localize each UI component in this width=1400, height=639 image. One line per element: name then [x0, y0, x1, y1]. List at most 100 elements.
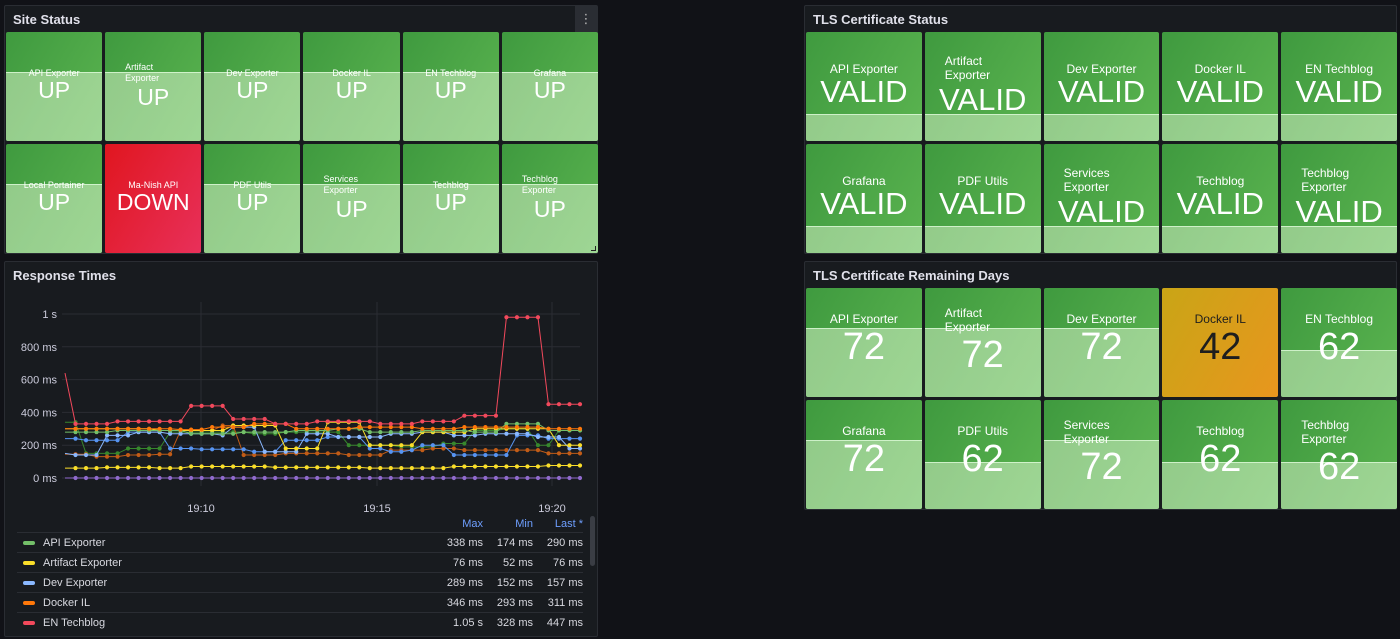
- tls-status-tile[interactable]: Techblog VALID: [1162, 144, 1279, 253]
- data-point: [125, 446, 131, 451]
- tls-status-tile[interactable]: Services Exporter VALID: [1043, 144, 1160, 253]
- data-point: [504, 431, 509, 436]
- tile-value: VALID: [820, 74, 908, 109]
- data-point: [283, 475, 288, 481]
- site-status-tile[interactable]: API Exporter UP: [6, 32, 103, 141]
- site-status-tile[interactable]: Artifact Exporter UP: [105, 32, 202, 141]
- data-point: [483, 429, 488, 435]
- tls-days-tile[interactable]: PDF Utils 62: [924, 400, 1041, 509]
- data-point: [168, 475, 173, 481]
- data-point: [157, 446, 162, 451]
- data-point: [178, 419, 183, 424]
- legend-item[interactable]: Artifact Exporter 76 ms 52 ms 76 ms: [17, 552, 583, 572]
- data-point: [73, 452, 78, 458]
- tls-days-tile[interactable]: Artifact Exporter 72: [924, 288, 1041, 397]
- series-max: 289 ms: [446, 576, 483, 589]
- site-status-tile[interactable]: Ma-Nish API DOWN: [105, 144, 202, 253]
- legend-item[interactable]: EN Techblog 1.05 s 328 ms 447 ms: [17, 612, 583, 632]
- tls-status-tile[interactable]: EN Techblog VALID: [1281, 32, 1397, 141]
- legend-header-max[interactable]: Max: [433, 518, 483, 532]
- data-point: [567, 426, 572, 431]
- data-point: [577, 402, 583, 407]
- tls-status-tile[interactable]: PDF Utils VALID: [924, 144, 1041, 253]
- data-point: [294, 421, 299, 426]
- tls-status-panel: TLS Certificate Status API Exporter VALID…: [804, 5, 1397, 254]
- data-point: [441, 426, 446, 431]
- series-last: 447 ms: [546, 616, 583, 629]
- data-point: [346, 426, 351, 431]
- tls-days-tile[interactable]: API Exporter 72: [806, 288, 922, 397]
- data-point: [115, 465, 120, 470]
- site-status-tile[interactable]: Techblog Exporter UP: [501, 144, 598, 253]
- data-point: [378, 452, 383, 458]
- series-name: Artifact Exporter: [43, 556, 122, 569]
- data-point: [462, 452, 467, 458]
- site-status-tile[interactable]: Services Exporter UP: [303, 144, 400, 253]
- series-line: [64, 316, 580, 425]
- tls-days-tile[interactable]: EN Techblog 62: [1281, 288, 1397, 397]
- resize-handle-icon[interactable]: [590, 246, 596, 251]
- data-point: [399, 449, 404, 454]
- tile-value: VALID: [1057, 74, 1146, 109]
- site-status-tile[interactable]: PDF Utils UP: [204, 144, 301, 253]
- tls-status-tile[interactable]: API Exporter VALID: [806, 32, 922, 141]
- data-point: [462, 441, 467, 446]
- site-status-tile[interactable]: Grafana UP: [501, 32, 598, 141]
- tls-status-tile[interactable]: Techblog Exporter VALID: [1281, 144, 1397, 253]
- tls-days-tile[interactable]: Techblog Exporter 62: [1281, 400, 1397, 509]
- site-status-tile[interactable]: Local Portainer UP: [6, 144, 103, 253]
- tls-days-tile[interactable]: Grafana 72: [806, 400, 922, 509]
- data-point: [94, 452, 99, 458]
- site-status-tile[interactable]: EN Techblog UP: [402, 32, 499, 141]
- site-status-tile[interactable]: Docker IL UP: [303, 32, 400, 141]
- tls-days-tile[interactable]: Dev Exporter 72: [1043, 288, 1160, 397]
- data-point: [367, 429, 372, 435]
- panel-menu-button[interactable]: ⋮: [575, 6, 597, 32]
- data-point: [546, 463, 551, 468]
- tile-value: 72: [1080, 446, 1123, 488]
- tls-status-tile[interactable]: Artifact Exporter VALID: [924, 32, 1041, 141]
- tile-value: VALID: [1057, 194, 1146, 229]
- response-times-chart[interactable]: 0 ms 200 ms 400 ms 600 ms 800 ms 1 s 19:10 19:1…: [5, 262, 599, 518]
- tls-status-tile[interactable]: Dev Exporter VALID: [1043, 32, 1160, 141]
- tls-days-tile[interactable]: Services Exporter 72: [1043, 400, 1160, 509]
- data-point: [157, 475, 162, 481]
- tls-status-tile[interactable]: Grafana VALID: [806, 144, 922, 253]
- tls-status-tile[interactable]: Docker IL VALID: [1162, 32, 1279, 141]
- data-point: [136, 452, 141, 458]
- data-point: [472, 464, 477, 469]
- site-status-tile[interactable]: Dev Exporter UP: [204, 32, 301, 141]
- tls-days-tile[interactable]: Techblog 62: [1162, 400, 1279, 509]
- data-point: [315, 446, 320, 451]
- tile-fill: [1162, 225, 1279, 253]
- data-point: [472, 475, 477, 481]
- data-point: [535, 464, 541, 469]
- legend-item[interactable]: Docker IL 346 ms 293 ms 311 ms: [17, 592, 583, 612]
- legend-item[interactable]: API Exporter 338 ms 174 ms 290 ms: [17, 532, 583, 552]
- data-point: [420, 475, 425, 481]
- data-point: [567, 402, 572, 407]
- data-point: [346, 419, 351, 424]
- legend-item[interactable]: Dev Exporter 289 ms 152 ms 157 ms: [17, 572, 583, 592]
- data-point: [567, 451, 572, 456]
- data-point: [367, 419, 372, 424]
- tls-days-tile[interactable]: Docker IL 42: [1162, 288, 1279, 397]
- legend-header-last[interactable]: Last *: [533, 518, 583, 532]
- data-point: [115, 419, 120, 424]
- legend-header-min[interactable]: Min: [483, 518, 533, 532]
- data-point: [125, 475, 131, 481]
- data-point: [514, 425, 520, 430]
- data-point: [546, 475, 551, 481]
- series-min: 152 ms: [496, 576, 533, 589]
- legend-scrollbar[interactable]: [590, 516, 595, 566]
- data-point: [388, 475, 393, 481]
- data-point: [83, 452, 89, 458]
- data-point: [241, 447, 246, 452]
- site-status-tile[interactable]: Techblog UP: [402, 144, 499, 253]
- data-point: [357, 475, 362, 481]
- data-point: [262, 429, 267, 435]
- data-point: [262, 421, 267, 426]
- data-point: [220, 431, 225, 436]
- tile-fill: [1281, 113, 1397, 141]
- data-point: [535, 425, 541, 430]
